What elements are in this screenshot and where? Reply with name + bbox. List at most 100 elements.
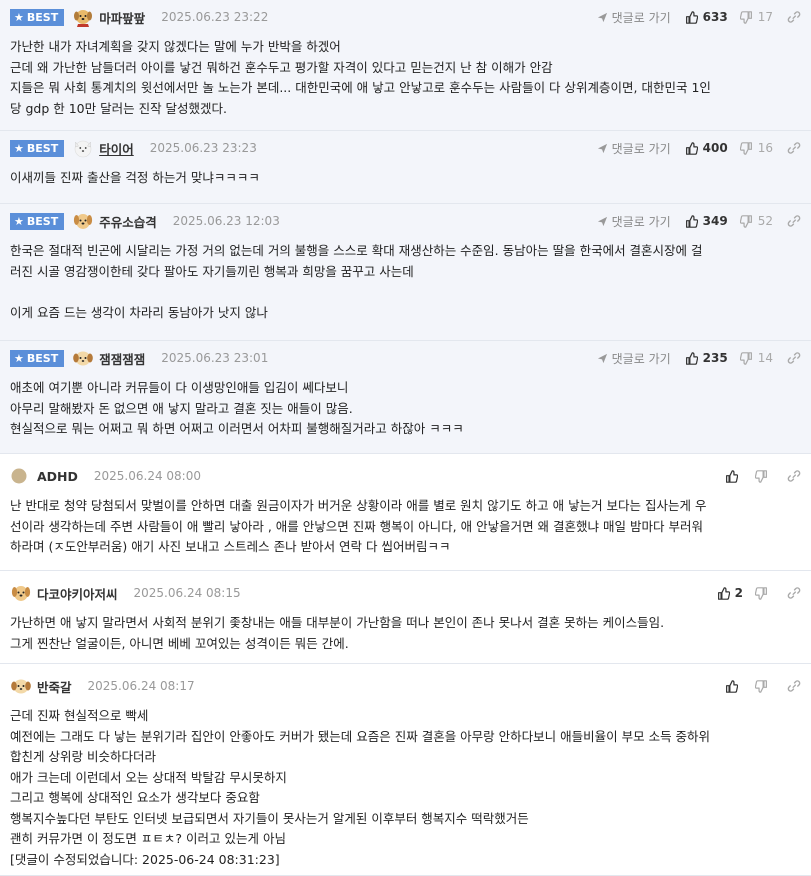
link-icon[interactable] bbox=[787, 469, 801, 483]
comment-line: 가난한 내가 자녀계획을 갖지 않겠다는 말에 누가 반박을 하겠어 bbox=[10, 39, 341, 54]
link-icon[interactable] bbox=[787, 141, 801, 155]
best-label: BEST bbox=[26, 351, 59, 365]
comment-line: 하라며 (ㅈ도안부러움) 애기 사진 보내고 스트레스 존나 받아서 연락 다 … bbox=[10, 539, 451, 554]
go-to-reply-label: 댓글로 가기 bbox=[611, 141, 671, 156]
puppy-avatar[interactable] bbox=[72, 211, 99, 231]
link-icon[interactable] bbox=[787, 679, 801, 693]
comment-date: 2025.06.24 08:15 bbox=[133, 586, 241, 600]
comment-body: 한국은 절대적 빈곤에 시달리는 가정 거의 없는데 거의 불행을 스스로 확대… bbox=[10, 241, 801, 323]
comment-date: 2025.06.24 08:17 bbox=[87, 679, 195, 693]
comment-author[interactable]: 타이어 bbox=[99, 139, 134, 158]
comment-author[interactable]: ADHD bbox=[37, 469, 78, 484]
upvote-button[interactable] bbox=[725, 679, 743, 693]
comment-line: 현실적으로 뭐는 어쩌고 뭐 하면 어쩌고 이러면서 어차피 불행해질거라고 하… bbox=[10, 421, 464, 436]
puppy-face-avatar[interactable] bbox=[10, 676, 37, 696]
upvote-button[interactable]: 349 bbox=[685, 214, 728, 228]
thumbs-up-icon bbox=[685, 10, 703, 24]
thumbs-up-icon bbox=[725, 679, 743, 693]
comment-line: 이새끼들 진짜 출산을 걱정 하는거 맞냐ㅋㅋㅋㅋ bbox=[10, 170, 260, 185]
comment-line: 행복지수높다던 부탄도 인터넷 보급되면서 자기들이 못사는거 알게된 이후부터… bbox=[10, 810, 529, 826]
comment-body: 애초에 여기뿐 아니라 커뮤들이 다 이생망인애들 입김이 쎄다보니 아무리 말해… bbox=[10, 378, 801, 440]
reply-arrow-icon bbox=[597, 216, 608, 227]
go-to-reply-link[interactable]: 댓글로 가기 bbox=[597, 9, 671, 26]
comment-line: 아무리 말해봤자 돈 없으면 애 낳지 말라고 결혼 짓는 애들이 많음. bbox=[10, 400, 353, 416]
default-circle-avatar[interactable] bbox=[10, 466, 37, 486]
comment-author[interactable]: 잼잼잼잼 bbox=[99, 349, 145, 368]
thumbs-up-icon bbox=[685, 214, 703, 228]
upvote-count: 235 bbox=[702, 351, 728, 365]
link-icon[interactable] bbox=[787, 10, 801, 24]
link-icon[interactable] bbox=[787, 586, 801, 600]
comment-actions bbox=[725, 466, 801, 486]
comment-line: 한국은 절대적 빈곤에 시달리는 가정 거의 없는데 거의 불행을 스스로 확대… bbox=[10, 243, 703, 258]
comment-line: 난 반대로 청약 당첨되서 맞벌이를 안하면 대출 원금이자가 버거운 상황이라… bbox=[10, 498, 707, 513]
comment-line: 예전에는 그래도 다 낳는 분위기라 집안이 안좋아도 커버가 됐는데 요즘은 … bbox=[10, 728, 711, 744]
upvote-button[interactable]: 400 bbox=[685, 141, 728, 155]
comment-body: 가난하면 애 낳지 말라면서 사회적 분위기 좇창내는 애들 대부분이 가난함을… bbox=[10, 613, 801, 654]
comment-date: 2025.06.23 12:03 bbox=[172, 214, 280, 228]
comment-header: ★ BEST 마파팦팦 2025.06.23 23:22 댓글로 가기 633 17 bbox=[10, 7, 801, 27]
reply-arrow-icon bbox=[597, 143, 608, 154]
upvote-button[interactable]: 633 bbox=[685, 10, 728, 24]
comment-author[interactable]: 마파팦팦 bbox=[99, 8, 145, 27]
downvote-count: 17 bbox=[757, 10, 773, 24]
comment: 반죽갈 2025.06.24 08:17 근데 진짜 현실적으로 빡세 예전에는 그래… bbox=[0, 664, 811, 876]
comment-line: 지들은 뭐 사회 통계치의 윗선에서만 놀 노는가 본데... 대한민국에 애 … bbox=[10, 80, 711, 95]
comment-line: 괜히 커뮤가면 이 정도면 ㅍㅌㅊ? 이러고 있는게 아님 bbox=[10, 831, 286, 846]
comment-line: 그게 찐찬난 얼굴이든, 아니면 베베 꼬여있는 성격이든 뭐든 간에. bbox=[10, 635, 349, 651]
star-icon: ★ bbox=[14, 351, 24, 365]
link-icon[interactable] bbox=[787, 214, 801, 228]
comment-author[interactable]: 주유소습격 bbox=[99, 212, 157, 231]
downvote-button[interactable] bbox=[755, 679, 773, 693]
thumbs-down-icon bbox=[755, 679, 773, 693]
comment-body: 근데 진짜 현실적으로 빡세 예전에는 그래도 다 낳는 분위기라 집안이 안좋아… bbox=[10, 706, 801, 870]
puppy-face-avatar[interactable] bbox=[72, 348, 99, 368]
downvote-button[interactable]: 14 bbox=[739, 351, 773, 365]
upvote-count: 349 bbox=[702, 214, 728, 228]
comment-list: ★ BEST 마파팦팦 2025.06.23 23:22 댓글로 가기 633 17 가난한… bbox=[0, 0, 811, 876]
comment: 다코야키아저씨 2025.06.24 08:15 2 가난하면 애 낳지 말라면서 사… bbox=[0, 571, 811, 664]
thumbs-up-icon bbox=[717, 586, 735, 600]
thumbs-down-icon bbox=[739, 141, 758, 155]
link-icon[interactable] bbox=[787, 351, 801, 365]
go-to-reply-label: 댓글로 가기 bbox=[611, 214, 671, 229]
puppy-avatar[interactable] bbox=[10, 583, 37, 603]
comment-author[interactable]: 반죽갈 bbox=[37, 677, 72, 696]
go-to-reply-link[interactable]: 댓글로 가기 bbox=[597, 213, 671, 230]
upvote-count: 633 bbox=[702, 10, 728, 24]
go-to-reply-link[interactable]: 댓글로 가기 bbox=[597, 350, 671, 367]
downvote-button[interactable]: 17 bbox=[739, 10, 773, 24]
comment-header: ★ BEST 잼잼잼잼 2025.06.23 23:01 댓글로 가기 235 14 bbox=[10, 348, 801, 368]
comment-actions: 댓글로 가기 235 14 bbox=[597, 348, 801, 368]
upvote-button[interactable]: 235 bbox=[685, 351, 728, 365]
comment-line: 근데 왜 가난한 남들더러 아이를 낳건 뭐하건 훈수두고 평가할 자격이 있다… bbox=[10, 59, 553, 75]
comment-line: 그리고 행복에 상대적인 요소가 생각보다 중요함 bbox=[10, 790, 260, 805]
best-badge: ★ BEST bbox=[10, 212, 65, 230]
thumbs-up-icon bbox=[685, 141, 703, 155]
best-badge: ★ BEST bbox=[10, 139, 65, 157]
go-to-reply-label: 댓글로 가기 bbox=[611, 10, 671, 25]
comment-line bbox=[10, 282, 801, 303]
puppy-santa-avatar[interactable] bbox=[72, 7, 99, 27]
best-badge: ★ BEST bbox=[10, 349, 65, 367]
comment-line: 가난하면 애 낳지 말라면서 사회적 분위기 좇창내는 애들 대부분이 가난함을… bbox=[10, 615, 665, 630]
upvote-button[interactable]: 2 bbox=[717, 586, 743, 600]
upvote-count: 400 bbox=[702, 141, 728, 155]
upvote-button[interactable] bbox=[725, 469, 743, 483]
comment-date: 2025.06.23 23:01 bbox=[161, 351, 269, 365]
best-label: BEST bbox=[26, 10, 59, 24]
go-to-reply-link[interactable]: 댓글로 가기 bbox=[597, 140, 671, 157]
downvote-button[interactable] bbox=[755, 469, 773, 483]
comment-actions bbox=[725, 676, 801, 696]
downvote-button[interactable] bbox=[755, 586, 773, 600]
comment-author[interactable]: 다코야키아저씨 bbox=[37, 584, 118, 603]
white-dog-avatar[interactable] bbox=[72, 138, 99, 158]
comment-line: 애가 크는데 이런데서 오는 상대적 박탈감 무시못하지 bbox=[10, 769, 287, 785]
comment: ADHD 2025.06.24 08:00 난 반대로 청약 당첨되서 맞벌이를 안… bbox=[0, 454, 811, 571]
comment-line: 러진 시골 영감쟁이한테 갖다 팔아도 자기들끼린 행복과 희망을 꿈꾸고 사는… bbox=[10, 263, 414, 279]
downvote-button[interactable]: 16 bbox=[739, 141, 773, 155]
thumbs-down-icon bbox=[739, 10, 758, 24]
thumbs-down-icon bbox=[739, 351, 758, 365]
star-icon: ★ bbox=[14, 10, 24, 24]
downvote-button[interactable]: 52 bbox=[739, 214, 773, 228]
